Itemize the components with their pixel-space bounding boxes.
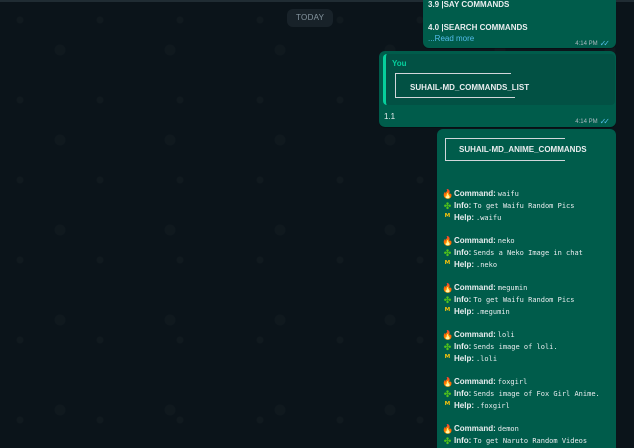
date-chip: TODAY	[287, 9, 334, 27]
quote-title: SUHAIL-MD_COMMANDS_LIST	[410, 83, 530, 92]
command-entry: 🔥 Command: demon ✤ Info: To get Naruto Rando…	[442, 423, 614, 447]
help-label: Help:	[454, 307, 474, 316]
command-label: Command:	[454, 236, 496, 245]
info-row: ✤ Info: To get Naruto Random Videos	[442, 435, 614, 447]
help-label: Help:	[454, 213, 474, 222]
fire-icon: 🔥	[442, 377, 454, 387]
message-line: 4.0 |SEARCH COMMANDS	[428, 23, 528, 32]
command-row: 🔥 Command: foxgirl	[442, 376, 614, 388]
m-icon: ᴹ	[444, 401, 451, 411]
info-row: ✤ Info: To get Waifu Random Pics	[442, 294, 614, 306]
quoted-message[interactable]: You SUHAIL-MD_COMMANDS_LIST	[383, 54, 615, 105]
help-label: Help:	[454, 401, 474, 410]
command-entry: 🔥 Command: megumin ✤ Info: To get Waifu Rand…	[442, 282, 614, 318]
command-row: 🔥 Command: demon	[442, 423, 614, 435]
puzzle-icon: ✤	[443, 342, 452, 352]
info-label: Info:	[454, 295, 472, 304]
info-row: ✤ Info: Sends image of loli.	[442, 341, 614, 353]
info-text: To get Naruto Random Videos	[473, 437, 588, 445]
info-row: ✤ Info: To get Waifu Random Pics	[442, 200, 614, 212]
fire-icon: 🔥	[442, 236, 454, 246]
info-label: Info:	[454, 342, 472, 351]
help-row: ᴹ Help: .neko	[442, 259, 614, 271]
info-label: Info:	[454, 389, 472, 398]
m-icon: ᴹ	[444, 354, 451, 364]
info-text: Sends image of Fox Girl Anime.	[473, 390, 600, 398]
command-label: Command:	[454, 189, 496, 198]
command-row: 🔥 Command: megumin	[442, 282, 614, 294]
puzzle-icon: ✤	[443, 295, 452, 305]
box-border	[445, 138, 565, 139]
command-entry: 🔥 Command: waifu ✤ Info: To get Waifu Random…	[442, 188, 614, 224]
command-name: neko	[497, 237, 515, 245]
command-name: waifu	[497, 190, 519, 198]
info-text: Sends image of loli.	[473, 343, 558, 351]
message-bubble-1[interactable]: 3.9 |SAY COMMANDS 4.0 |SEARCH COMMANDS .…	[423, 0, 616, 48]
fire-icon: 🔥	[442, 424, 454, 434]
message-meta: 4:14 PM ✓✓	[575, 117, 610, 126]
help-label: Help:	[454, 260, 474, 269]
command-label: Command:	[454, 424, 496, 433]
box-border	[395, 73, 396, 97]
box-border	[445, 160, 565, 161]
message-bubble-2[interactable]: You SUHAIL-MD_COMMANDS_LIST 1.1 4:14 PM …	[379, 51, 616, 127]
info-text: To get Waifu Random Pics	[473, 296, 575, 304]
fire-icon: 🔥	[442, 189, 454, 199]
command-row: 🔥 Command: waifu	[442, 188, 614, 200]
box-border	[445, 138, 446, 160]
m-icon: ᴹ	[444, 213, 451, 223]
puzzle-icon: ✤	[443, 389, 452, 399]
command-row: 🔥 Command: loli	[442, 329, 614, 341]
fire-icon: 🔥	[442, 330, 454, 340]
help-text: .neko	[476, 261, 498, 269]
box-border	[395, 73, 511, 74]
reply-text: 1.1	[384, 112, 396, 121]
info-text: To get Waifu Random Pics	[473, 202, 575, 210]
double-check-icon: ✓✓	[599, 39, 611, 48]
help-text: .foxgirl	[476, 402, 510, 410]
command-label: Command:	[454, 283, 496, 292]
chat-panel[interactable]: TODAY 3.9 |SAY COMMANDS 4.0 |SEARCH COMM…	[0, 0, 634, 448]
puzzle-icon: ✤	[443, 248, 452, 258]
command-name: loli	[497, 331, 515, 339]
message-time: 4:14 PM	[575, 40, 598, 47]
info-label: Info:	[454, 436, 472, 445]
message-title: SUHAIL-MD_ANIME_COMMANDS	[459, 145, 587, 154]
command-name: megumin	[497, 284, 528, 292]
puzzle-icon: ✤	[443, 436, 452, 446]
info-label: Info:	[454, 248, 472, 257]
m-icon: ᴹ	[444, 260, 451, 270]
command-name: foxgirl	[497, 378, 528, 386]
help-text: .megumin	[476, 308, 510, 316]
double-check-icon: ✓✓	[599, 117, 611, 126]
box-border	[395, 97, 515, 98]
info-label: Info:	[454, 201, 472, 210]
help-row: ᴹ Help: .loli	[442, 353, 614, 365]
m-icon: ᴹ	[444, 307, 451, 317]
message-bubble-3[interactable]: SUHAIL-MD_ANIME_COMMANDS 🔥 Command: waifu …	[437, 129, 616, 448]
help-row: ᴹ Help: .megumin	[442, 306, 614, 318]
command-label: Command:	[454, 377, 496, 386]
quote-author: You	[392, 59, 407, 68]
command-entry: 🔥 Command: neko ✤ Info: Sends a Neko Image i…	[442, 235, 614, 271]
help-text: .waifu	[476, 214, 502, 222]
message-meta: 4:14 PM ✓✓	[575, 39, 610, 48]
info-row: ✤ Info: Sends image of Fox Girl Anime.	[442, 388, 614, 400]
message-line: 3.9 |SAY COMMANDS	[428, 0, 510, 9]
info-text: Sends a Neko Image in chat	[473, 249, 583, 257]
command-name: demon	[497, 425, 519, 433]
command-label: Command:	[454, 330, 496, 339]
help-label: Help:	[454, 354, 474, 363]
command-entry: 🔥 Command: foxgirl ✤ Info: Sends image of Fo…	[442, 376, 614, 412]
read-more-link[interactable]: ...Read more	[428, 34, 474, 43]
command-entry: 🔥 Command: loli ✤ Info: Sends image of loli.…	[442, 329, 614, 365]
puzzle-icon: ✤	[443, 201, 452, 211]
fire-icon: 🔥	[442, 283, 454, 293]
message-time: 4:14 PM	[575, 118, 598, 125]
help-row: ᴹ Help: .foxgirl	[442, 400, 614, 412]
info-row: ✤ Info: Sends a Neko Image in chat	[442, 247, 614, 259]
help-row: ᴹ Help: .waifu	[442, 212, 614, 224]
command-row: 🔥 Command: neko	[442, 235, 614, 247]
help-text: .loli	[476, 355, 498, 363]
